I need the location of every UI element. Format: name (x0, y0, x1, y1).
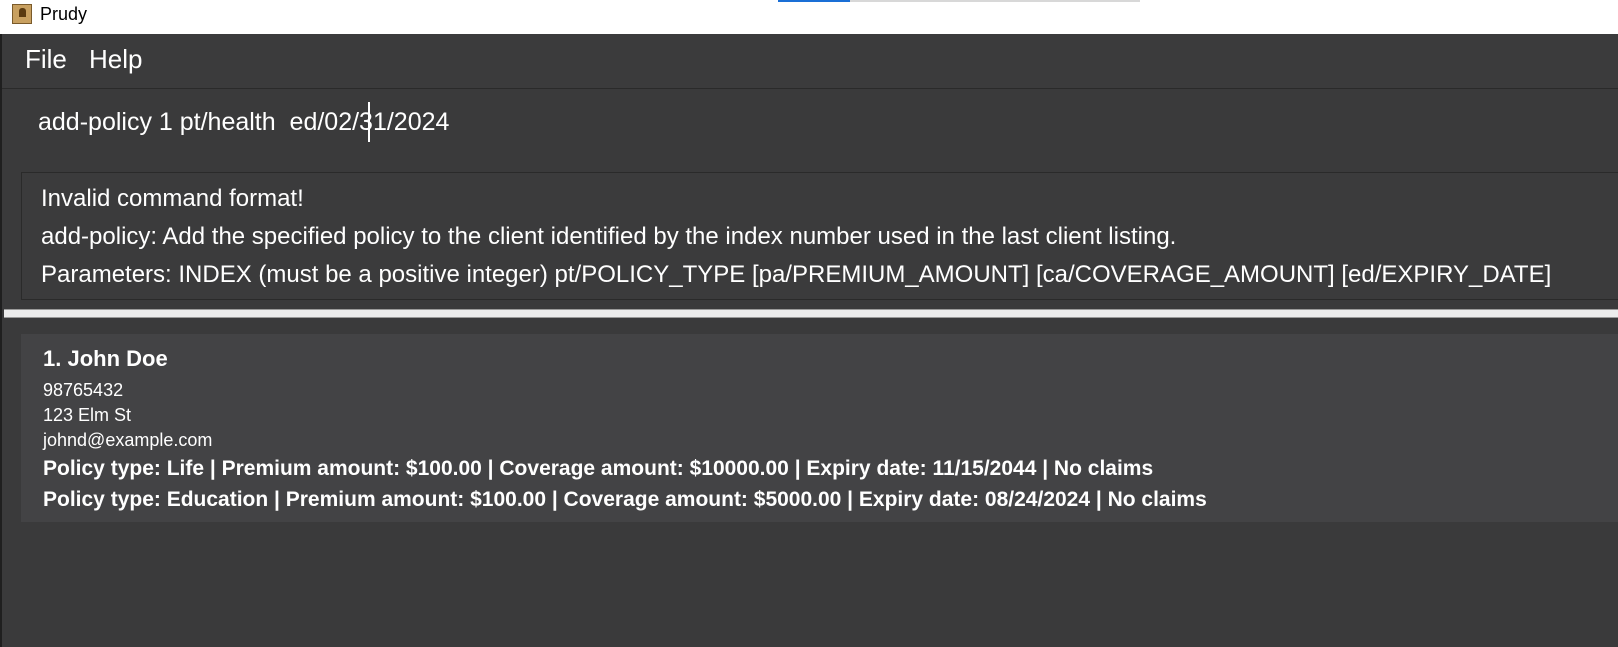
app-window: File Help add-policy 1 pt/health ed/02/3… (0, 34, 1618, 647)
client-phone: 98765432 (43, 380, 124, 400)
titlebar-accent (778, 0, 850, 2)
command-input[interactable]: add-policy 1 pt/health ed/02/31/2024 (38, 108, 449, 137)
result-line-error: Invalid command format! (41, 185, 304, 212)
client-policy: Policy type: Life | Premium amount: $100… (43, 457, 1154, 480)
client-list: 1. John Doe 98765432 123 Elm St johnd@ex… (21, 334, 1618, 647)
client-card[interactable]: 1. John Doe 98765432 123 Elm St johnd@ex… (21, 334, 1618, 522)
menu-bar: File Help (2, 34, 1618, 89)
client-name: 1. John Doe (43, 346, 168, 371)
app-person-icon (12, 4, 32, 24)
split-pane-divider[interactable] (4, 309, 1618, 318)
title-bar: Prudy (0, 0, 1618, 34)
window-title: Prudy (40, 4, 88, 24)
menu-file[interactable]: File (25, 44, 67, 75)
client-address: 123 Elm St (43, 405, 132, 425)
result-line-parameters: Parameters: INDEX (must be a positive in… (41, 261, 1552, 288)
client-policy: Policy type: Education | Premium amount:… (43, 488, 1207, 511)
result-line-usage: add-policy: Add the specified policy to … (41, 223, 1177, 250)
client-email: johnd@example.com (43, 430, 213, 450)
text-caret (368, 102, 370, 142)
titlebar-strip (850, 0, 1140, 2)
result-display: Invalid command format! add-policy: Add … (21, 172, 1618, 300)
menu-help[interactable]: Help (89, 44, 142, 75)
